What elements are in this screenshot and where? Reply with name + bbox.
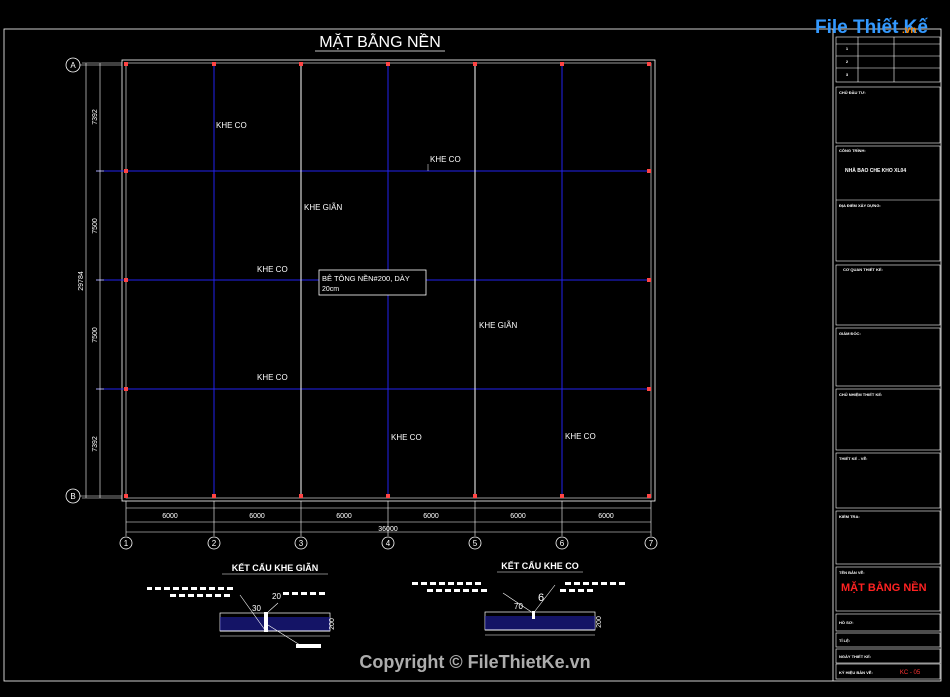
- row-spacing: 7500: [92, 327, 99, 343]
- watermark: Copyright © FileThietKe.vn: [359, 652, 590, 672]
- detail-khe-co: KẾT CẤU KHE CO 6 70 200: [412, 561, 625, 636]
- khe-co-label: KHE CO: [216, 121, 247, 130]
- tb-row: 2: [846, 59, 849, 64]
- col-mark: [647, 387, 651, 391]
- col-label: 4: [386, 539, 391, 548]
- co-dim: 6: [538, 592, 544, 604]
- row-label-b: B: [70, 492, 75, 501]
- col-mark: [212, 62, 216, 66]
- col-spacing: 6000: [249, 513, 265, 520]
- khe-co-label: KHE CO: [565, 432, 596, 441]
- co-dim: 200: [596, 616, 603, 628]
- gian-dim: 20: [272, 592, 281, 601]
- tb-ho-so: HỒ SƠ:: [839, 620, 854, 625]
- col-spacing: 6000: [510, 513, 526, 520]
- col-mark: [124, 387, 128, 391]
- tb-ky-hieu: KC - 05: [900, 670, 921, 676]
- tb-ten-cong-trinh: NHÀ BAO CHE KHO XL04: [845, 167, 906, 174]
- col-mark: [473, 494, 477, 498]
- logo-suffix: .vn: [902, 25, 916, 36]
- khe-co-label: KHE CO: [257, 265, 288, 274]
- detail-co-title: KẾT CẤU KHE CO: [501, 561, 579, 571]
- col-mark: [124, 278, 128, 282]
- col-mark: [124, 169, 128, 173]
- total-height: 29784: [78, 271, 85, 291]
- col-mark: [473, 62, 477, 66]
- col-mark: [560, 62, 564, 66]
- col-label: 1: [124, 539, 129, 548]
- col-mark: [386, 62, 390, 66]
- tb-giam-doc: GIÁM ĐỐC:: [839, 331, 861, 336]
- tb-ten-ban-ve: MẶT BẰNG NỀN: [841, 581, 927, 594]
- tb-chu-nhiem: CHỦ NHIỆM THIẾT KẾ:: [839, 392, 882, 397]
- gian-dim: 200: [329, 618, 336, 630]
- gian-dim: 30: [252, 604, 261, 613]
- col-spacing: 6000: [423, 513, 439, 520]
- col-spacing: 6000: [336, 513, 352, 520]
- tb-dia-diem: ĐỊA ĐIỂM XÂY DỰNG:: [839, 203, 881, 208]
- col-spacing: 6000: [598, 513, 614, 520]
- col-label: 7: [649, 539, 654, 548]
- col-mark: [647, 62, 651, 66]
- drawing-canvas: File Thiết Kế .vn MẶT BẰNG NỀN KHE CO KH…: [3, 17, 942, 682]
- tb-ten-ban-ve-label: TÊN BẢN VẼ:: [839, 570, 865, 575]
- col-mark: [124, 62, 128, 66]
- tb-co-quan: CƠ QUAN THIẾT KẾ:: [843, 267, 883, 272]
- note-line-1: BÊ TÔNG NỀN#200, DÀY: [322, 273, 410, 283]
- tb-ky-hieu-label: KÝ HIỆU BẢN VẼ:: [839, 670, 873, 675]
- row-spacing: 7500: [92, 218, 99, 234]
- col-label: 5: [473, 539, 478, 548]
- tb-chu-dau-tu: CHỦ ĐẦU TƯ:: [839, 90, 866, 95]
- detail-gian-title: KẾT CẤU KHE GIÃN: [232, 563, 319, 573]
- tb-row: 3: [846, 72, 849, 77]
- col-mark: [647, 169, 651, 173]
- khe-gian-label: KHE GIÃN: [479, 321, 517, 330]
- concrete-note: BÊ TÔNG NỀN#200, DÀY 20cm: [318, 269, 427, 296]
- tb-thiet-ke: THIẾT KẾ - VẼ:: [839, 456, 867, 461]
- col-mark: [212, 494, 216, 498]
- col-mark: [386, 494, 390, 498]
- tb-cong-trinh: CÔNG TRÌNH:: [839, 148, 866, 153]
- col-label: 3: [299, 539, 304, 548]
- tb-row: 1: [846, 46, 849, 51]
- col-label: 2: [212, 539, 217, 548]
- col-label: 6: [560, 539, 565, 548]
- col-mark: [124, 494, 128, 498]
- khe-gian-label: KHE GIÃN: [304, 203, 342, 212]
- logo: File Thiết Kế .vn: [815, 17, 928, 38]
- khe-co-label: KHE CO: [430, 155, 461, 164]
- col-mark: [299, 494, 303, 498]
- col-mark: [299, 62, 303, 66]
- row-label-a: A: [70, 61, 76, 70]
- total-width: 36000: [378, 526, 398, 533]
- row-spacing: 7392: [92, 436, 99, 452]
- column-bubbles: 1 2 3 4 5 6 7: [119, 536, 658, 550]
- tb-ngay: NGÀY THIẾT KẾ:: [839, 654, 871, 659]
- col-mark: [647, 278, 651, 282]
- col-mark: [560, 494, 564, 498]
- row-bubble-a: A: [65, 57, 122, 73]
- page-title: MẶT BẰNG NỀN: [319, 32, 441, 51]
- khe-co-label: KHE CO: [391, 433, 422, 442]
- note-line-2: 20cm: [322, 286, 339, 293]
- brick-pattern: [412, 582, 625, 592]
- tb-ti-le: TỈ LỆ:: [839, 638, 850, 643]
- detail-khe-gian: KẾT CẤU KHE GIÃN 20 30 200: [147, 563, 336, 648]
- col-mark: [647, 494, 651, 498]
- row-bubble-b: B: [65, 488, 122, 504]
- outer-frame: [3, 28, 942, 682]
- col-spacing: 6000: [162, 513, 178, 520]
- khe-co-label: KHE CO: [257, 373, 288, 382]
- tb-kiem-tra: KIỂM TRA:: [839, 514, 860, 519]
- title-block-text: 1 2 3 CHỦ ĐẦU TƯ: CÔNG TRÌNH: NHÀ BAO CH…: [839, 46, 927, 676]
- row-spacing: 7392: [92, 109, 99, 125]
- brick-pattern: [147, 587, 325, 597]
- co-dim: 70: [514, 602, 523, 611]
